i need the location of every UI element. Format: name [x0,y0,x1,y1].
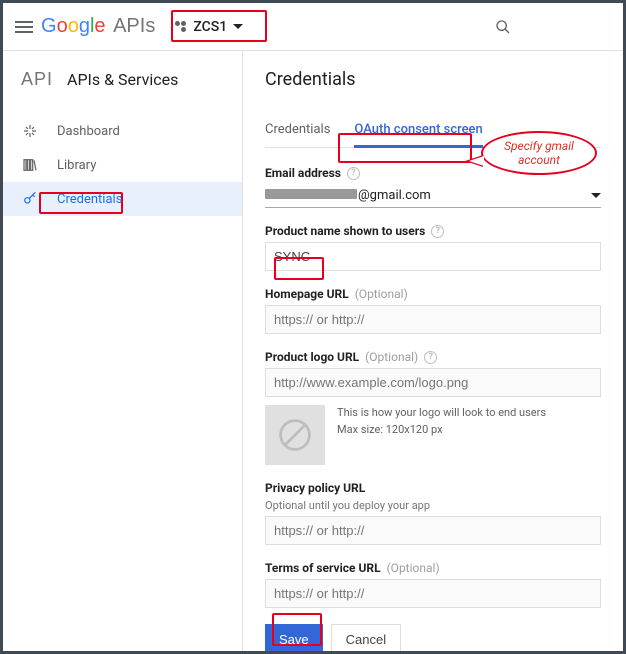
logo-url-label: Product logo URL (Optional) ? [265,350,601,364]
annotation-callout: Specify gmail account [481,131,597,175]
email-select[interactable]: @gmail.com [265,184,601,208]
api-badge: API [21,69,53,90]
help-icon[interactable]: ? [424,351,437,364]
search-button[interactable] [485,9,521,45]
sidebar-item-library[interactable]: Library [3,148,242,182]
logo-url-input[interactable] [265,368,601,397]
sidebar-heading: APIs & Services [67,70,178,89]
sidebar-item-dashboard[interactable]: Dashboard [3,114,242,148]
email-suffix: @gmail.com [358,188,431,203]
no-logo-icon [277,417,313,453]
logo-preview [265,405,325,465]
help-icon[interactable]: ? [431,225,444,238]
sidebar-item-label: Credentials [57,192,122,207]
sidebar-item-credentials[interactable]: Credentials [3,182,242,216]
sidebar: API APIs & Services Dashboard Library Cr… [3,51,243,651]
search-icon [495,19,511,35]
homepage-input[interactable] [265,305,601,334]
privacy-label: Privacy policy URL [265,481,601,495]
tab-credentials[interactable]: Credentials [265,114,330,147]
dashboard-icon [21,122,39,140]
google-logo: Google APIs [41,15,155,38]
product-name-input[interactable] [265,242,601,271]
save-button[interactable]: Save [265,624,323,651]
sidebar-title: API APIs & Services [3,69,242,114]
chevron-down-icon [233,24,243,29]
project-icon [175,21,187,33]
key-icon [21,190,39,208]
help-icon[interactable]: ? [347,167,360,180]
tos-input[interactable] [265,579,601,608]
privacy-hint: Optional until you deploy your app [265,499,601,512]
project-selector[interactable]: ZCS1 [167,15,251,39]
chevron-down-icon [591,193,601,198]
menu-icon[interactable] [15,21,33,33]
page-title: Credentials [265,69,601,90]
cancel-button[interactable]: Cancel [331,624,401,651]
logo-hint: This is how your logo will look to end u… [337,405,546,438]
project-name: ZCS1 [193,19,227,35]
homepage-label: Homepage URL (Optional) [265,287,601,301]
product-name-label: Product name shown to users ? [265,224,601,238]
header: Google APIs ZCS1 [3,3,623,51]
privacy-input[interactable] [265,516,601,545]
sidebar-item-label: Dashboard [57,124,120,139]
tab-oauth-consent[interactable]: OAuth consent screen [354,114,482,148]
tos-label: Terms of service URL (Optional) [265,561,601,575]
apis-label: APIs [113,15,155,37]
library-icon [21,156,39,174]
sidebar-item-label: Library [57,158,96,173]
